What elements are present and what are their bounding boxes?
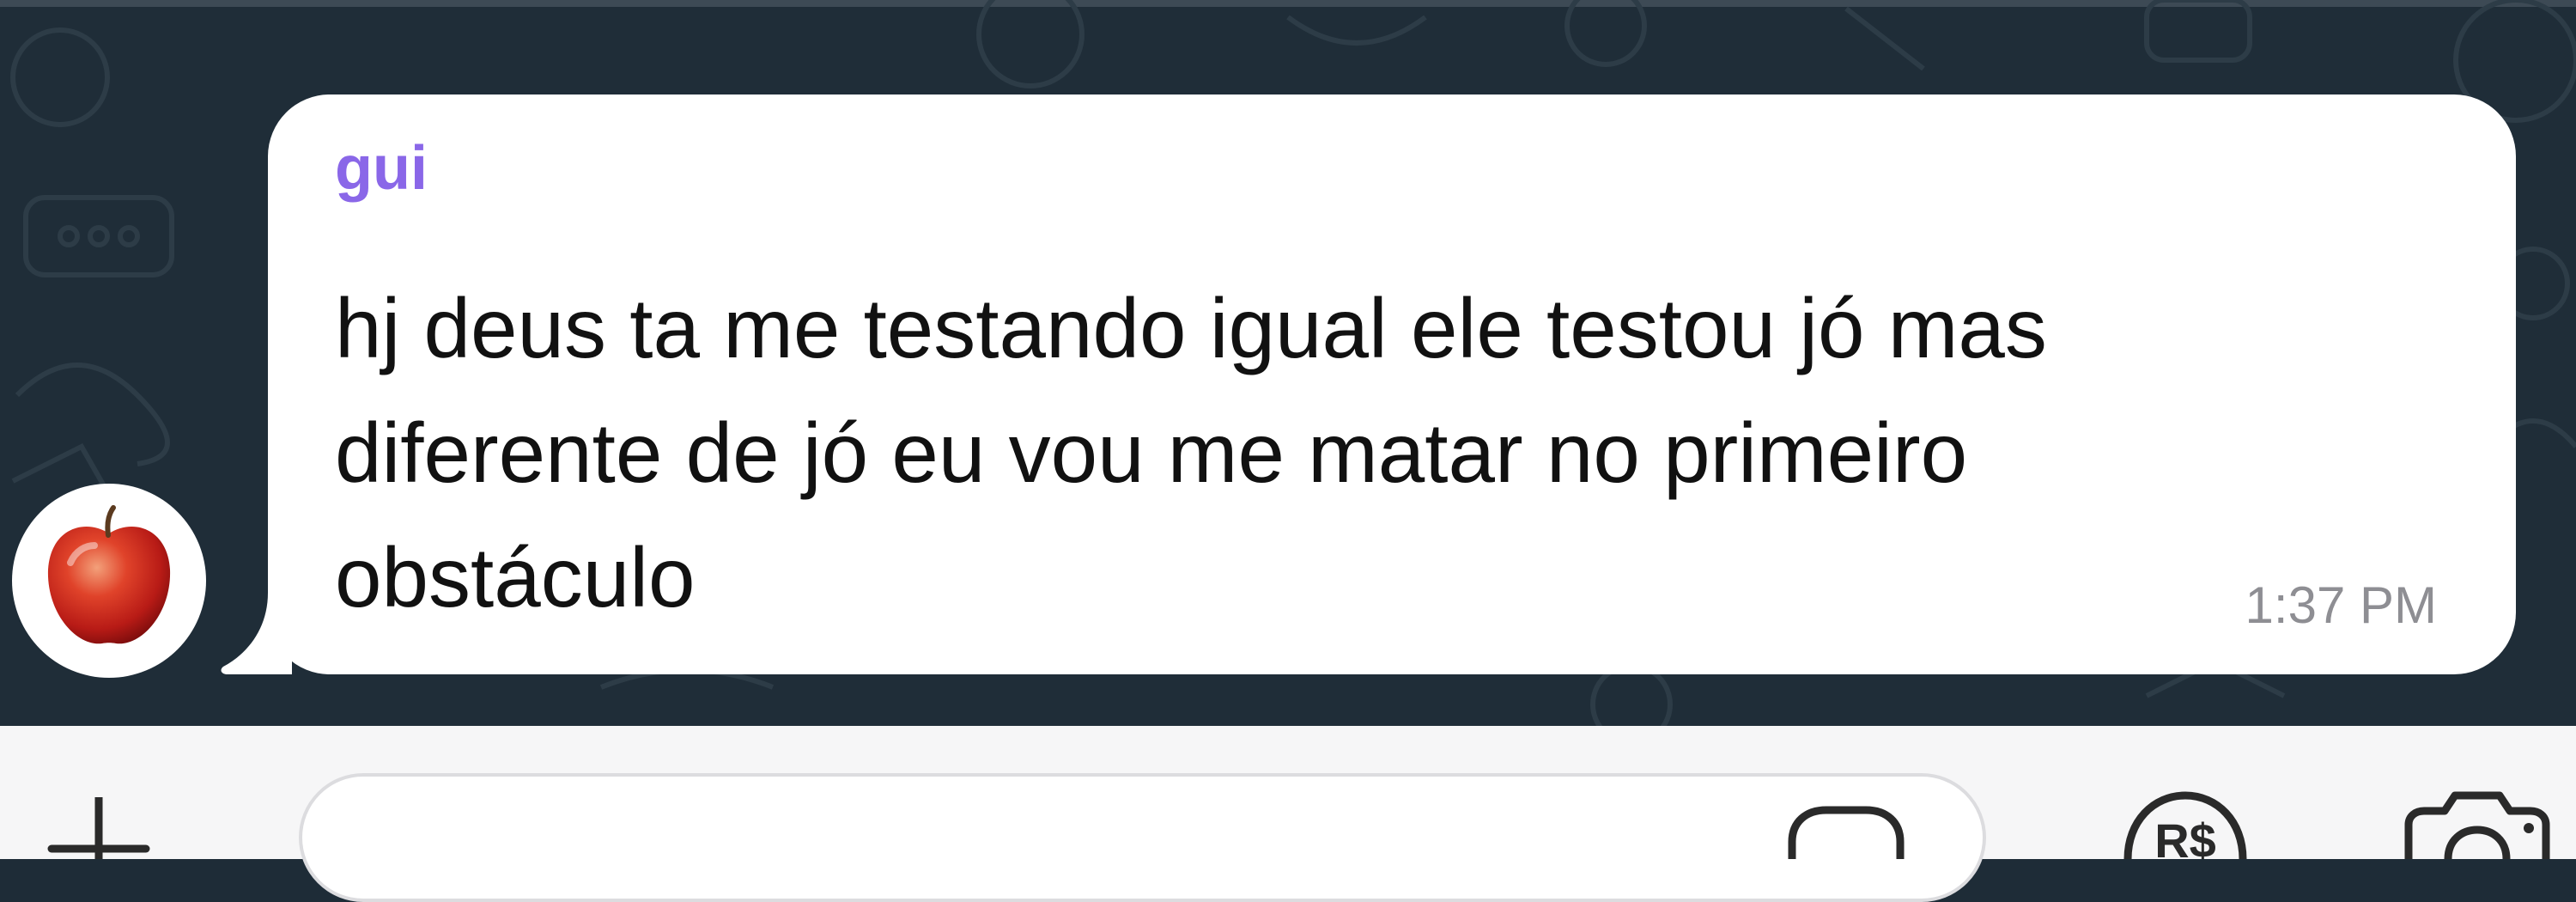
message-input[interactable] <box>299 773 1986 902</box>
message-line: obstáculo <box>335 530 696 625</box>
message-timestamp: 1:37 PM <box>2245 576 2437 634</box>
message-bubble[interactable]: gui hj deus ta me testando igual ele tes… <box>268 94 2516 674</box>
camera-icon[interactable] <box>2400 789 2555 859</box>
plus-icon[interactable] <box>47 797 150 859</box>
chat-area: gui hj deus ta me testando igual ele tes… <box>0 0 2576 726</box>
svg-text:R$: R$ <box>2154 814 2216 859</box>
payment-icon[interactable]: R$ <box>2121 789 2250 859</box>
message-line: hj deus ta me testando igual ele testou … <box>335 281 2047 375</box>
sticker-icon[interactable] <box>1782 803 1911 859</box>
message-text: hj deus ta me testando igual ele testou … <box>335 266 2439 640</box>
message-line: diferente de jó eu vou me matar no prime… <box>335 405 1968 500</box>
apple-icon <box>47 505 171 644</box>
sender-avatar[interactable] <box>12 484 206 678</box>
sender-name[interactable]: gui <box>335 137 428 199</box>
